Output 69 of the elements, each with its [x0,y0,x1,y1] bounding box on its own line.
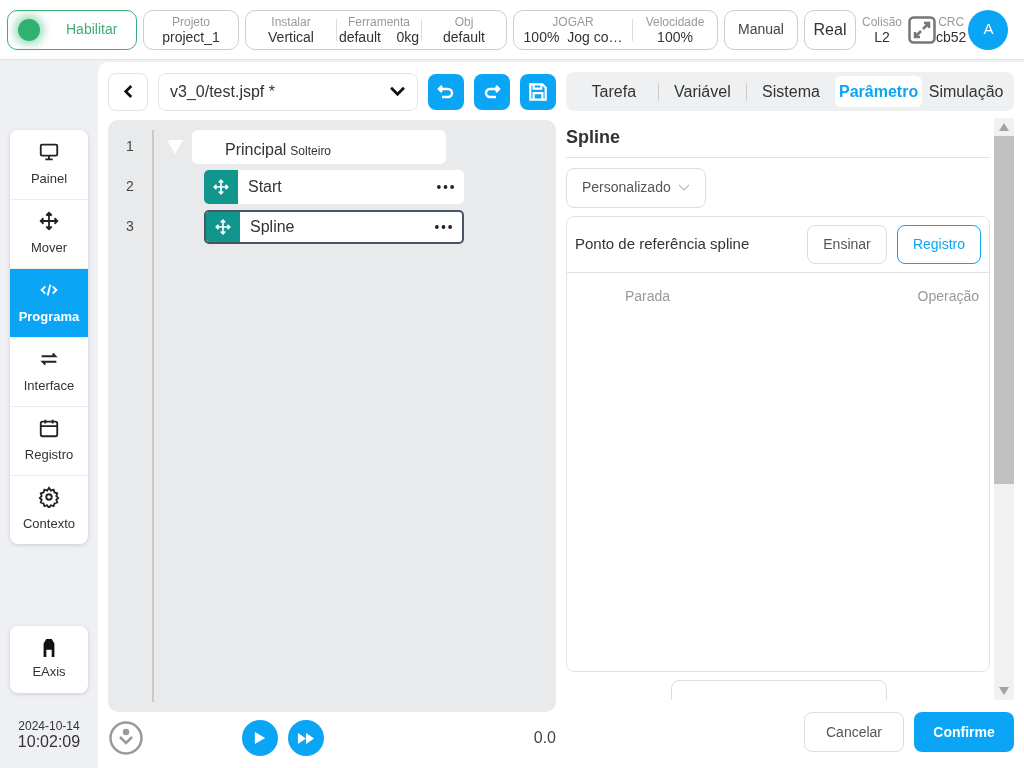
eaxis-button[interactable]: EAxis [10,626,88,693]
step-button[interactable] [288,720,324,757]
action-button[interactable]: Ensinar [807,224,887,264]
tab[interactable]: Variável [658,76,747,107]
play-icon [254,731,266,746]
save-icon [527,80,549,103]
status-label: Ferramenta [348,14,410,30]
scrollbar-thumb[interactable] [994,136,1014,484]
undo-button[interactable] [428,73,464,110]
collision-value: L2 [874,29,890,45]
scroll-down-arrow-icon [998,686,1010,696]
status-label: JOGAR [552,14,594,30]
move-block-icon [204,169,238,204]
fast-forward-icon [297,731,315,745]
column-header: Parada [625,287,671,307]
more-icon [435,224,452,229]
nav-item[interactable]: Registro [10,406,88,475]
mode-button[interactable]: Manual [724,9,798,50]
file-select[interactable]: v3_0/test.jspf * [158,72,418,111]
play-button[interactable] [242,720,278,757]
time-label: 10:02:09 [17,733,81,751]
redo-button[interactable] [474,73,510,110]
back-button[interactable] [108,72,148,111]
calendar-icon [38,417,60,440]
tree-node[interactable]: Start [204,169,464,204]
section-label: Ponto de referência spline [575,233,751,254]
tab[interactable]: Sistema [747,76,835,107]
status-label: Obj [454,14,474,30]
status-label: Projeto [172,14,210,30]
status-value: default [442,29,485,45]
line-number: 2 [125,177,135,197]
move-icon [38,210,60,233]
footer-button[interactable]: Cancelar [804,712,904,752]
status-value: default 0kg [338,29,420,45]
tree-node[interactable]: Principal Solteiro [192,129,446,164]
line-number: 1 [125,137,135,157]
progress-value: 0.0 [533,728,556,749]
move-block-icon [206,211,240,242]
crc-value: cb52 [936,29,967,45]
nav-item[interactable]: Contexto [10,475,88,544]
chevron-down-icon [678,183,690,192]
chevron-down-icon [389,86,406,98]
scrollbar[interactable] [994,118,1014,700]
collision-label: Colisão [862,14,903,30]
gear-icon [38,486,60,509]
tab[interactable]: Simulação [922,76,1010,107]
nav-item[interactable]: Painel [10,130,88,199]
panel-title: Spline [566,118,990,158]
status-label: Instalar [271,14,311,30]
status-value: 100% [657,29,693,45]
fullscreen-icon [908,15,937,44]
more-icon [437,184,454,189]
status-label: Velocidade [645,14,705,30]
scroll-up-icon [998,122,1010,132]
nav-item[interactable]: Interface [10,337,88,406]
date-label: 2024-10-14 [18,719,80,733]
tab[interactable]: Tarefa [570,76,658,107]
status-value: project_1 [162,29,220,45]
scroll-down-icon [108,720,144,757]
column-header: Operação [917,287,979,307]
status-value: 100% Jog co… [523,29,623,45]
crc-label: CRC [938,14,965,30]
chevron-left-icon [122,84,134,100]
save-button[interactable] [520,73,556,110]
line-number: 3 [125,217,135,237]
status-value: Vertical [268,29,314,45]
mode-button[interactable]: Real [804,9,856,50]
tree-node[interactable]: Spline [204,209,464,244]
mode-select[interactable]: Personalizado [566,167,706,208]
